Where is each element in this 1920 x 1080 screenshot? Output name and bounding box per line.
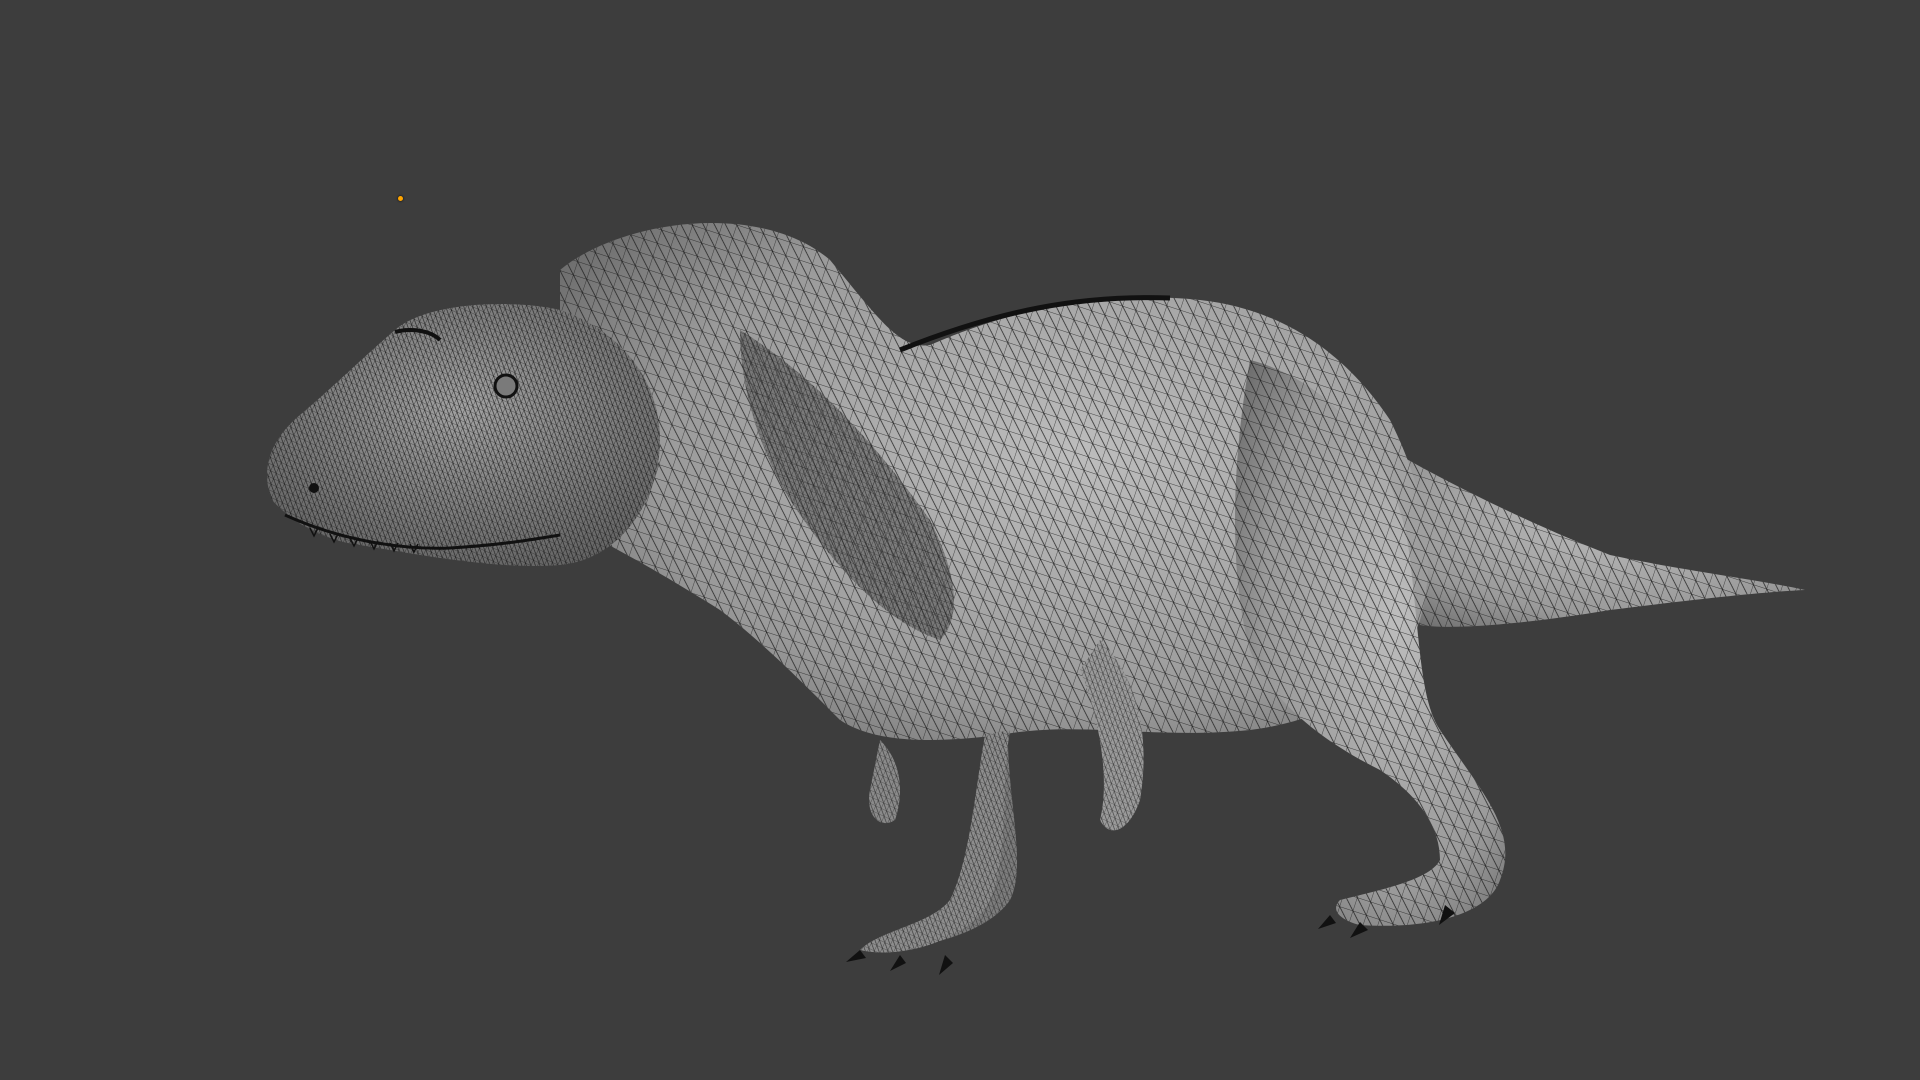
dinosaur-wireframe-model[interactable] [0, 0, 1920, 1080]
head [267, 304, 660, 566]
front-leg [846, 730, 1010, 975]
3d-viewport[interactable] [0, 0, 1920, 1080]
object-origin-marker [398, 196, 403, 201]
